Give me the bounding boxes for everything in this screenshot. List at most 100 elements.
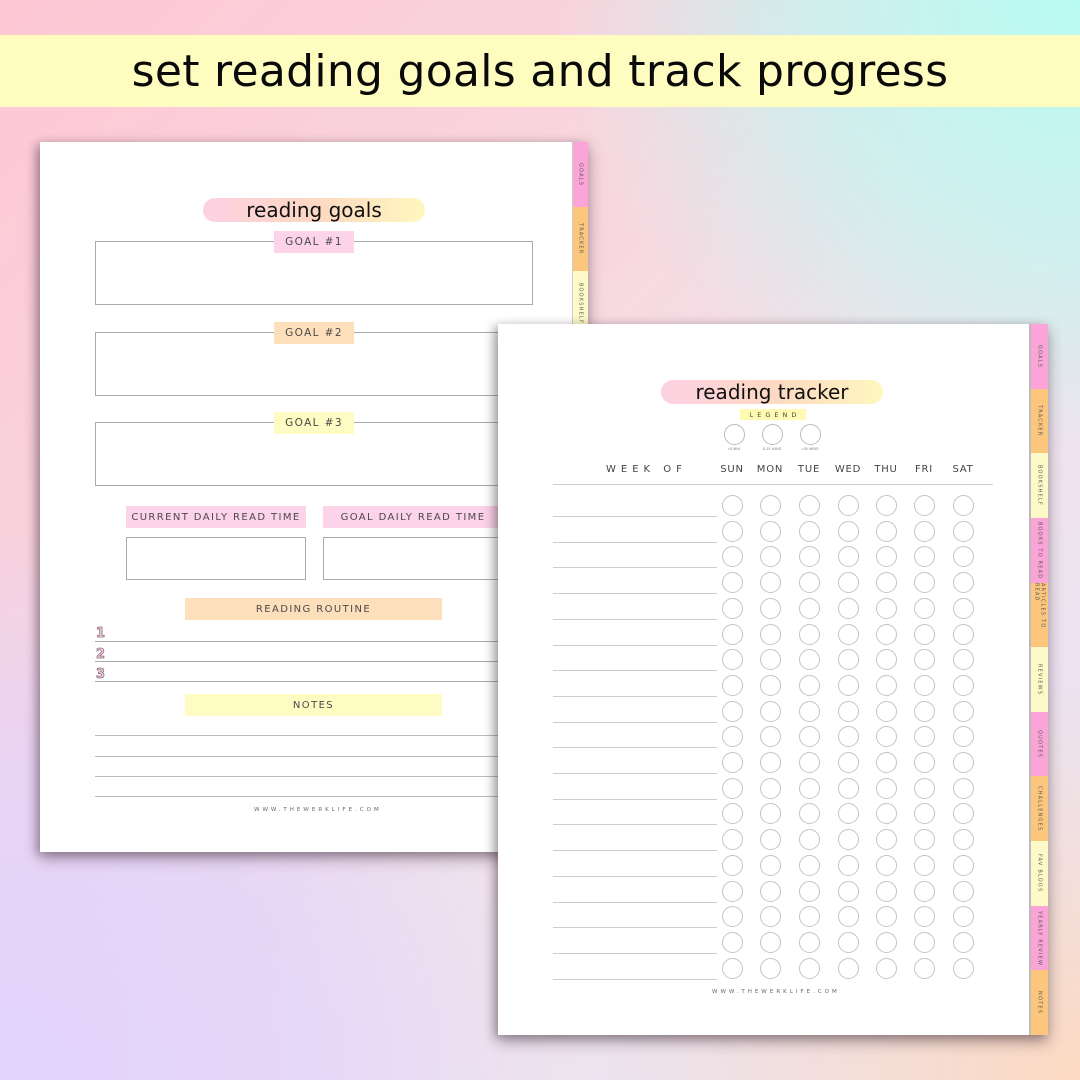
day-circle-tue[interactable] [799, 854, 820, 876]
day-circle-sat[interactable] [953, 520, 974, 542]
day-circle-tue[interactable] [799, 520, 820, 542]
day-circle-fri[interactable] [914, 649, 935, 671]
day-circle-sat[interactable] [953, 700, 974, 722]
day-circle-sat[interactable] [953, 726, 974, 748]
tab-tracker[interactable]: TRACKER [573, 206, 588, 272]
day-circle-thu[interactable] [876, 495, 897, 516]
notes-line[interactable] [95, 796, 533, 797]
day-circle-thu[interactable] [876, 957, 897, 979]
day-circle-thu[interactable] [876, 752, 897, 773]
day-circle-fri[interactable] [914, 829, 935, 851]
day-circle-fri[interactable] [914, 495, 935, 516]
day-circle-fri[interactable] [914, 520, 935, 542]
day-circle-wed[interactable] [838, 752, 859, 773]
routine-line-2[interactable] [95, 661, 533, 662]
day-circle-tue[interactable] [799, 803, 820, 825]
day-circle-sun[interactable] [722, 649, 743, 671]
week-of-line[interactable] [553, 978, 717, 980]
day-circle-mon[interactable] [760, 880, 781, 902]
day-circle-sat[interactable] [953, 803, 974, 825]
day-circle-wed[interactable] [838, 906, 859, 928]
day-circle-sun[interactable] [722, 829, 743, 851]
day-circle-tue[interactable] [799, 546, 820, 568]
week-of-line[interactable] [553, 516, 717, 517]
day-circle-fri[interactable] [914, 597, 935, 619]
day-circle-sat[interactable] [953, 597, 974, 619]
day-circle-sat[interactable] [953, 546, 974, 568]
day-circle-wed[interactable] [838, 829, 859, 851]
week-of-line[interactable] [553, 824, 717, 826]
day-circle-wed[interactable] [838, 572, 859, 594]
day-circle-sat[interactable] [953, 752, 974, 773]
week-of-line[interactable] [553, 850, 717, 852]
day-circle-sun[interactable] [722, 597, 743, 619]
day-circle-tue[interactable] [799, 726, 820, 748]
week-of-line[interactable] [553, 644, 717, 646]
day-circle-wed[interactable] [838, 546, 859, 568]
day-circle-fri[interactable] [914, 674, 935, 696]
day-circle-fri[interactable] [914, 906, 935, 928]
day-circle-mon[interactable] [760, 931, 781, 953]
day-circle-mon[interactable] [760, 495, 781, 516]
day-circle-sun[interactable] [722, 803, 743, 825]
day-circle-sat[interactable] [953, 957, 974, 979]
tab-quotes[interactable]: QUOTES [1031, 711, 1048, 777]
day-circle-tue[interactable] [799, 674, 820, 696]
day-circle-tue[interactable] [799, 906, 820, 928]
day-circle-wed[interactable] [838, 597, 859, 619]
week-of-line[interactable] [553, 952, 717, 954]
day-circle-sun[interactable] [722, 572, 743, 594]
week-of-line[interactable] [553, 901, 717, 903]
day-circle-wed[interactable] [838, 777, 859, 799]
day-circle-fri[interactable] [914, 931, 935, 953]
day-circle-thu[interactable] [876, 880, 897, 902]
day-circle-sat[interactable] [953, 649, 974, 671]
day-circle-fri[interactable] [914, 854, 935, 876]
day-circle-fri[interactable] [914, 546, 935, 568]
week-of-line[interactable] [553, 567, 717, 569]
day-circle-sat[interactable] [953, 572, 974, 594]
day-circle-wed[interactable] [838, 854, 859, 876]
tab-articles-to-read[interactable]: ARTICLES TO READ [1031, 582, 1048, 648]
routine-line-3[interactable] [95, 681, 533, 682]
day-circle-mon[interactable] [760, 623, 781, 645]
day-circle-wed[interactable] [838, 957, 859, 979]
day-circle-sat[interactable] [953, 880, 974, 902]
day-circle-fri[interactable] [914, 957, 935, 979]
day-circle-wed[interactable] [838, 495, 859, 516]
day-circle-sat[interactable] [953, 931, 974, 953]
day-circle-thu[interactable] [876, 829, 897, 851]
day-circle-wed[interactable] [838, 623, 859, 645]
day-circle-mon[interactable] [760, 674, 781, 696]
tab-challenges[interactable]: CHALLENGES [1031, 776, 1048, 842]
week-of-line[interactable] [553, 695, 717, 697]
day-circle-mon[interactable] [760, 957, 781, 979]
day-circle-sun[interactable] [722, 520, 743, 542]
week-of-line[interactable] [553, 721, 717, 723]
day-circle-tue[interactable] [799, 829, 820, 851]
day-circle-mon[interactable] [760, 829, 781, 851]
day-circle-sun[interactable] [722, 957, 743, 979]
day-circle-fri[interactable] [914, 880, 935, 902]
day-circle-tue[interactable] [799, 700, 820, 722]
day-circle-wed[interactable] [838, 520, 859, 542]
day-circle-sat[interactable] [953, 623, 974, 645]
day-circle-thu[interactable] [876, 854, 897, 876]
day-circle-thu[interactable] [876, 777, 897, 799]
week-of-line[interactable] [553, 747, 717, 749]
day-circle-sat[interactable] [953, 674, 974, 696]
day-circle-wed[interactable] [838, 726, 859, 748]
notes-line[interactable] [95, 756, 533, 757]
day-circle-fri[interactable] [914, 572, 935, 594]
day-circle-sat[interactable] [953, 777, 974, 799]
day-circle-wed[interactable] [838, 700, 859, 722]
day-circle-fri[interactable] [914, 803, 935, 825]
week-of-line[interactable] [553, 798, 717, 800]
week-of-line[interactable] [553, 773, 717, 774]
day-circle-thu[interactable] [876, 520, 897, 542]
day-circle-mon[interactable] [760, 854, 781, 876]
current-daily-read-time-field[interactable] [126, 537, 306, 580]
day-circle-sun[interactable] [722, 674, 743, 696]
tab-fav-blogs[interactable]: FAV BLOGS [1031, 841, 1048, 906]
day-circle-thu[interactable] [876, 649, 897, 671]
